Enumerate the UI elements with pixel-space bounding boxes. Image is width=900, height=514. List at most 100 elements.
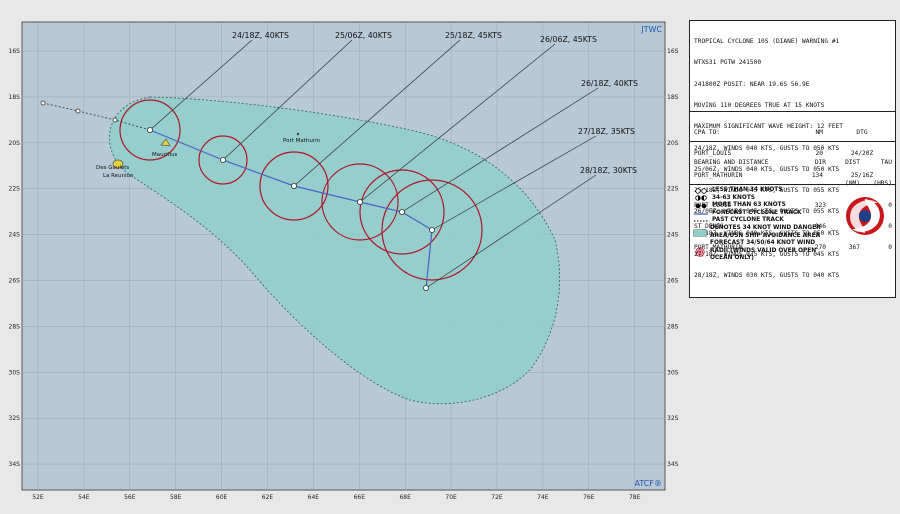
cpa-header: DTG (856, 129, 868, 137)
forecast-track-icon (693, 211, 709, 217)
lat-tick-label: 34S (667, 461, 679, 468)
forecast-label: 25/06Z, 40KTS (335, 31, 392, 40)
lon-tick-label: 64E (308, 494, 320, 501)
lat-tick-label: 20S (9, 140, 21, 147)
warning-line: 241800Z POSIT: NEAR 19.6S 56.9E (694, 80, 810, 88)
danger-area-icon (693, 228, 707, 237)
rodrigues-island (296, 132, 300, 136)
forecast-position (422, 284, 429, 291)
lat-tick-label: 22S (667, 186, 679, 193)
forecast-position (290, 182, 297, 189)
lat-tick-label: 30S (667, 369, 679, 376)
legend-label: 34-63 KNOTS (712, 194, 755, 201)
cpa-header: CPA TO: (694, 129, 721, 137)
legend-item: LESS THAN 34 KNOTS (693, 187, 833, 195)
forecast-label: 28/18Z, 30KTS (580, 166, 637, 175)
warning-line: TROPICAL CYCLONE 10S (DIANE) WARNING #1 (694, 38, 840, 46)
past-track-icon (693, 218, 709, 224)
legend-item: DENOTES 34 KNOT WIND DANGER AREA/USN SHI… (693, 225, 833, 240)
place-des-gaulets: Des Gaulets (96, 165, 129, 171)
lat-tick-label: 30S (9, 369, 21, 376)
divider (690, 111, 895, 112)
jtwc-seal (840, 191, 890, 241)
lon-tick-label: 60E (216, 494, 228, 501)
lat-tick-label: 16S (667, 48, 679, 55)
lat-tick-label: 26S (9, 278, 21, 285)
forecast-label: 27/18Z, 35KTS (578, 127, 635, 136)
lon-tick-label: 74E (537, 494, 549, 501)
legend-label: FORECAST CYCLONE TRACK (712, 209, 802, 216)
lon-tick-label: 72E (491, 494, 503, 501)
forecast-position (356, 198, 363, 205)
bearing-cell: 367 (848, 244, 860, 252)
lon-tick-label: 66E (354, 494, 366, 501)
divider (690, 141, 895, 142)
wind-radii-icon (693, 246, 707, 257)
lat-tick-label: 34S (9, 461, 21, 468)
lon-tick-label: 56E (124, 494, 136, 501)
bearing-header: BEARING AND DISTANCE (694, 159, 769, 167)
lat-tick-label: 18S (9, 94, 21, 101)
lon-tick-label: 68E (399, 494, 411, 501)
legend-item: FORECAST 34/50/64 KNOT WIND RADII (WINDS… (693, 240, 833, 263)
forecast-position (398, 208, 405, 215)
lat-tick-label: 32S (9, 415, 21, 422)
lon-tick-label: 78E (629, 494, 641, 501)
place-mauritius: Mauritius (152, 152, 178, 158)
lat-tick-label: 22S (9, 186, 21, 193)
past-position (40, 100, 46, 106)
place-port-mathurin: Port Mathurin (283, 138, 321, 144)
legend-item: FORECAST CYCLONE TRACK (693, 210, 833, 218)
cpa-header: NM (815, 129, 823, 137)
legend-label: MORE THAN 63 KNOTS (712, 202, 786, 209)
legend-label: LESS THAN 34 KNOTS (712, 187, 783, 193)
legend-item: PAST CYCLONE TRACK (693, 217, 833, 225)
lat-tick-label: 24S (9, 232, 21, 239)
lon-tick-label: 62E (262, 494, 274, 501)
agency-bottom: ATCF® (635, 479, 662, 488)
lat-tick-label: 16S (9, 48, 21, 55)
less-than-34-icon (693, 188, 709, 194)
bearing-cell: 0 (888, 244, 892, 252)
forecast-label: 25/18Z, 45KTS (445, 31, 502, 40)
warning-panel: TROPICAL CYCLONE 10S (DIANE) WARNING #1 … (689, 20, 896, 298)
lat-tick-label: 26S (667, 278, 679, 285)
lon-tick-label: 70E (445, 494, 457, 501)
forecast-position (219, 156, 226, 163)
forecast-label: 26/18Z, 40KTS (581, 79, 638, 88)
lat-tick-label: 20S (667, 140, 679, 147)
lat-tick-label: 32S (667, 415, 679, 422)
past-position (112, 117, 118, 123)
forecast-position (428, 226, 435, 233)
bearing-header: DIR (814, 159, 826, 167)
lon-tick-label: 52E (32, 494, 44, 501)
warning-line: WTXS31 PGTW 241500 (694, 59, 762, 67)
past-position (75, 108, 81, 114)
forecast-position (146, 127, 153, 134)
agency-top: JTWC (640, 25, 662, 34)
more-than-63-icon (693, 203, 709, 209)
lat-tick-label: 24S (667, 232, 679, 239)
34-63-knots-icon (693, 195, 709, 202)
legend-label: DENOTES 34 KNOT WIND DANGER AREA/USN SHI… (710, 224, 821, 239)
place-la-reunion: La Reunion (103, 173, 134, 179)
forecast-label: 24/18Z, 40KTS (232, 31, 289, 40)
bearing-header: DIST (845, 159, 860, 167)
lat-tick-label: 18S (667, 94, 679, 101)
legend-item: 34-63 KNOTS (693, 195, 833, 203)
lat-tick-label: 28S (667, 323, 679, 330)
lon-tick-label: 58E (170, 494, 182, 501)
warning-line: 28/18Z, WINDS 030 KTS, GUSTS TO 040 KTS (694, 272, 840, 280)
legend-item: MORE THAN 63 KNOTS (693, 202, 833, 210)
legend-label: PAST CYCLONE TRACK (712, 217, 784, 224)
divider (690, 184, 895, 185)
legend: LESS THAN 34 KNOTS 34-63 KNOTS MORE THAN… (693, 187, 833, 263)
cyclone-map: 52E 54E 56E 58E 60E 62E 64E 66E 68E 70E 72E 74E 76E 7… (0, 0, 689, 514)
lat-tick-label: 28S (9, 323, 21, 330)
forecast-label: 26/06Z, 45KTS (540, 35, 597, 44)
lon-tick-label: 76E (583, 494, 595, 501)
warning-line: MOVING 110 DEGREES TRUE AT 15 KNOTS (694, 102, 825, 110)
legend-label: FORECAST 34/50/64 KNOT WIND RADII (WINDS… (710, 240, 817, 262)
bearing-header: TAU (880, 159, 892, 167)
lon-tick-label: 54E (78, 494, 90, 501)
